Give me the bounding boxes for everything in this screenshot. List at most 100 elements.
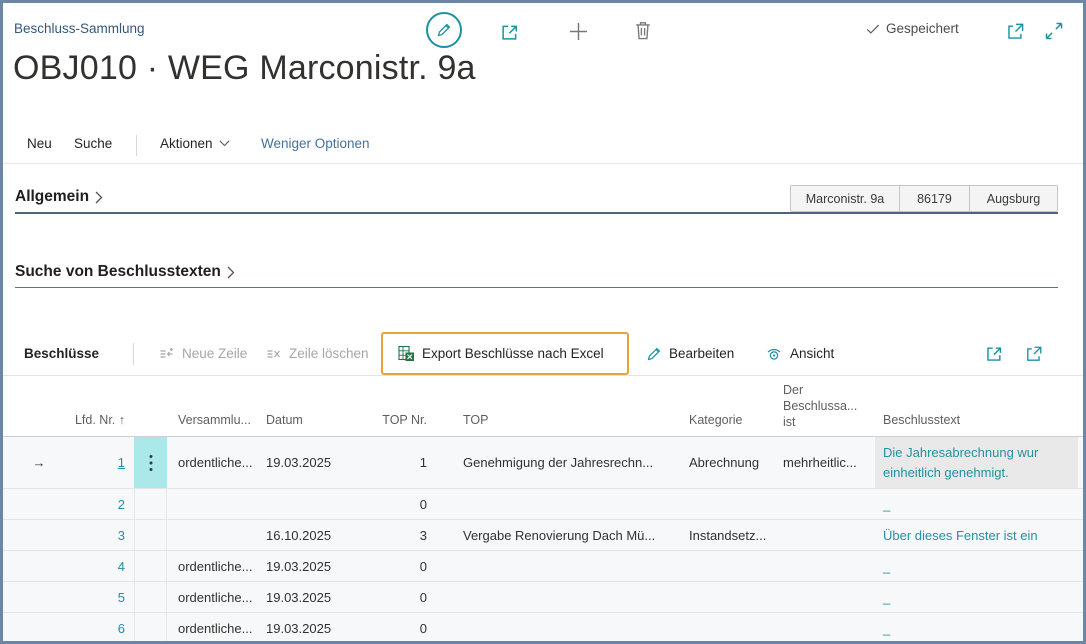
lfd-nr-link[interactable]: 6	[118, 621, 125, 636]
column-header-top[interactable]: TOP	[463, 376, 681, 436]
column-header-lfd-nr[interactable]: Lfd. Nr. ↑	[65, 376, 134, 436]
cell-beschlussart	[783, 520, 871, 550]
row-menu-cell	[134, 489, 167, 519]
cell-top	[463, 489, 681, 519]
grid-toolbar: Beschlüsse Neue Zeile Zeile löschen	[3, 332, 1086, 375]
column-header-beschlusstext[interactable]: Beschlusstext	[875, 376, 1078, 436]
menu-item-weniger-optionen[interactable]: Weniger Optionen	[261, 136, 370, 151]
column-header-kategorie[interactable]: Kategorie	[689, 376, 779, 436]
delete-button[interactable]	[633, 20, 653, 41]
delete-line-button[interactable]: Zeile löschen	[265, 332, 369, 375]
chip-city[interactable]: Augsburg	[969, 186, 1057, 211]
add-button[interactable]	[568, 21, 589, 42]
cell-beschlussart: mehrheitlic...	[783, 437, 871, 488]
chevron-right-icon	[95, 191, 103, 204]
page-title: OBJ010 · WEG Marconistr. 9a	[13, 49, 476, 88]
cell-kategorie	[689, 551, 779, 581]
cell-beschlussart	[783, 582, 871, 612]
beschluesse-grid: Beschlüsse Neue Zeile Zeile löschen	[3, 332, 1086, 644]
excel-icon	[398, 345, 415, 362]
view-button[interactable]: Ansicht	[765, 332, 834, 375]
beschlusstext-link[interactable]: _	[883, 497, 890, 512]
expand-fullscreen-icon[interactable]	[1044, 21, 1064, 41]
menu-item-aktionen[interactable]: Aktionen	[160, 136, 230, 151]
row-menu-cell	[134, 551, 167, 581]
delete-line-icon	[265, 346, 282, 362]
app-window: Beschluss-Sammlung Gespeichert	[0, 0, 1086, 644]
lfd-nr-link[interactable]: 5	[118, 590, 125, 605]
row-menu-button[interactable]	[134, 437, 167, 488]
beschlusstext-link[interactable]: _	[883, 621, 890, 636]
cell-top: Vergabe Renovierung Dach Mü...	[463, 520, 681, 550]
cell-versammlungsart: ordentliche...	[178, 437, 264, 488]
sort-asc-arrow: ↑	[119, 413, 125, 427]
lfd-nr-link[interactable]: 1	[118, 455, 125, 470]
current-row-arrow: →	[17, 437, 61, 488]
edit-list-button[interactable]: Bearbeiten	[646, 332, 734, 375]
cell-kategorie	[689, 613, 779, 643]
cell-datum	[266, 489, 350, 519]
chip-street[interactable]: Marconistr. 9a	[791, 186, 899, 211]
cell-beschlussart	[783, 551, 871, 581]
cell-top	[463, 613, 681, 643]
table-row[interactable]: 3 16.10.2025 3 Vergabe Renovierung Dach …	[3, 520, 1086, 551]
pencil-icon	[436, 22, 452, 38]
cell-top: Genehmigung der Jahresrechn...	[463, 437, 681, 488]
ellipsis-vertical-icon	[149, 454, 153, 472]
fasttab-summary-chips: Marconistr. 9a 86179 Augsburg	[790, 185, 1058, 212]
eye-icon	[765, 346, 783, 362]
cell-beschlusstext[interactable]: Die Jahresabrechnung wur einheitlich gen…	[875, 437, 1078, 488]
beschlusstext-link[interactable]: _	[883, 559, 890, 574]
chevron-right-icon	[227, 266, 235, 279]
save-status: Gespeichert	[866, 21, 959, 36]
cell-versammlungsart: ordentliche...	[178, 613, 264, 643]
table-row[interactable]: → 1 ordentliche... 19.03.2025 1 Genehmig…	[3, 437, 1086, 489]
table-row[interactable]: 2 0 _	[3, 489, 1086, 520]
cell-kategorie	[689, 582, 779, 612]
section-header-suche-beschlusstexte[interactable]: Suche von Beschlusstexten	[15, 263, 235, 281]
beschlusstext-link[interactable]: _	[883, 590, 890, 605]
lfd-nr-link[interactable]: 4	[118, 559, 125, 574]
table-row[interactable]: 6 ordentliche... 19.03.2025 0 _	[3, 613, 1086, 644]
chip-zip[interactable]: 86179	[899, 186, 969, 211]
cell-datum: 19.03.2025	[266, 437, 350, 488]
cell-top-nr: 0	[353, 582, 437, 612]
new-line-button[interactable]: Neue Zeile	[158, 332, 247, 375]
lfd-nr-link[interactable]: 3	[118, 528, 125, 543]
lfd-nr-link[interactable]: 2	[118, 497, 125, 512]
table-row[interactable]: 5 ordentliche... 19.03.2025 0 _	[3, 582, 1086, 613]
page-caption: Beschluss-Sammlung	[14, 21, 145, 36]
edit-button[interactable]	[426, 12, 462, 48]
beschlusstext-link[interactable]: Über dieses Fenster ist ein	[883, 528, 1038, 543]
cell-top-nr: 0	[353, 551, 437, 581]
open-in-window-icon[interactable]	[1006, 22, 1025, 41]
action-menubar: Neu Suche Aktionen Weniger Optionen	[3, 128, 1083, 164]
menu-item-neu[interactable]: Neu	[27, 136, 52, 151]
menubar-divider	[136, 135, 137, 156]
export-excel-button[interactable]: Export Beschlüsse nach Excel	[381, 332, 629, 375]
menu-item-suche[interactable]: Suche	[74, 136, 112, 151]
open-in-new-icon[interactable]	[1025, 332, 1043, 375]
checkmark-icon	[866, 22, 880, 36]
table-header-row: Lfd. Nr. ↑ Versammlu... Datum TOP Nr. TO…	[3, 375, 1086, 437]
cell-top-nr: 1	[353, 437, 437, 488]
section-header-allgemein[interactable]: Allgemein	[15, 188, 103, 206]
cell-top-nr: 3	[353, 520, 437, 550]
row-menu-cell	[134, 613, 167, 643]
cell-top-nr: 0	[353, 613, 437, 643]
grid-toolbar-divider	[133, 343, 134, 365]
column-header-versammlungsart[interactable]: Versammlu...	[178, 376, 264, 436]
cell-datum: 19.03.2025	[266, 551, 350, 581]
share-icon[interactable]	[985, 332, 1004, 375]
column-header-beschlussart[interactable]: Der Beschlussa... ist	[783, 376, 871, 436]
chevron-down-icon	[219, 140, 230, 147]
save-status-label: Gespeichert	[886, 21, 959, 36]
column-header-top-nr[interactable]: TOP Nr.	[353, 376, 437, 436]
cell-versammlungsart: ordentliche...	[178, 582, 264, 612]
table-row[interactable]: 4 ordentliche... 19.03.2025 0 _	[3, 551, 1086, 582]
share-button[interactable]	[500, 22, 520, 42]
cell-kategorie: Abrechnung	[689, 437, 779, 488]
cell-top-nr: 0	[353, 489, 437, 519]
column-header-datum[interactable]: Datum	[266, 376, 350, 436]
section-divider-suche	[15, 287, 1058, 288]
